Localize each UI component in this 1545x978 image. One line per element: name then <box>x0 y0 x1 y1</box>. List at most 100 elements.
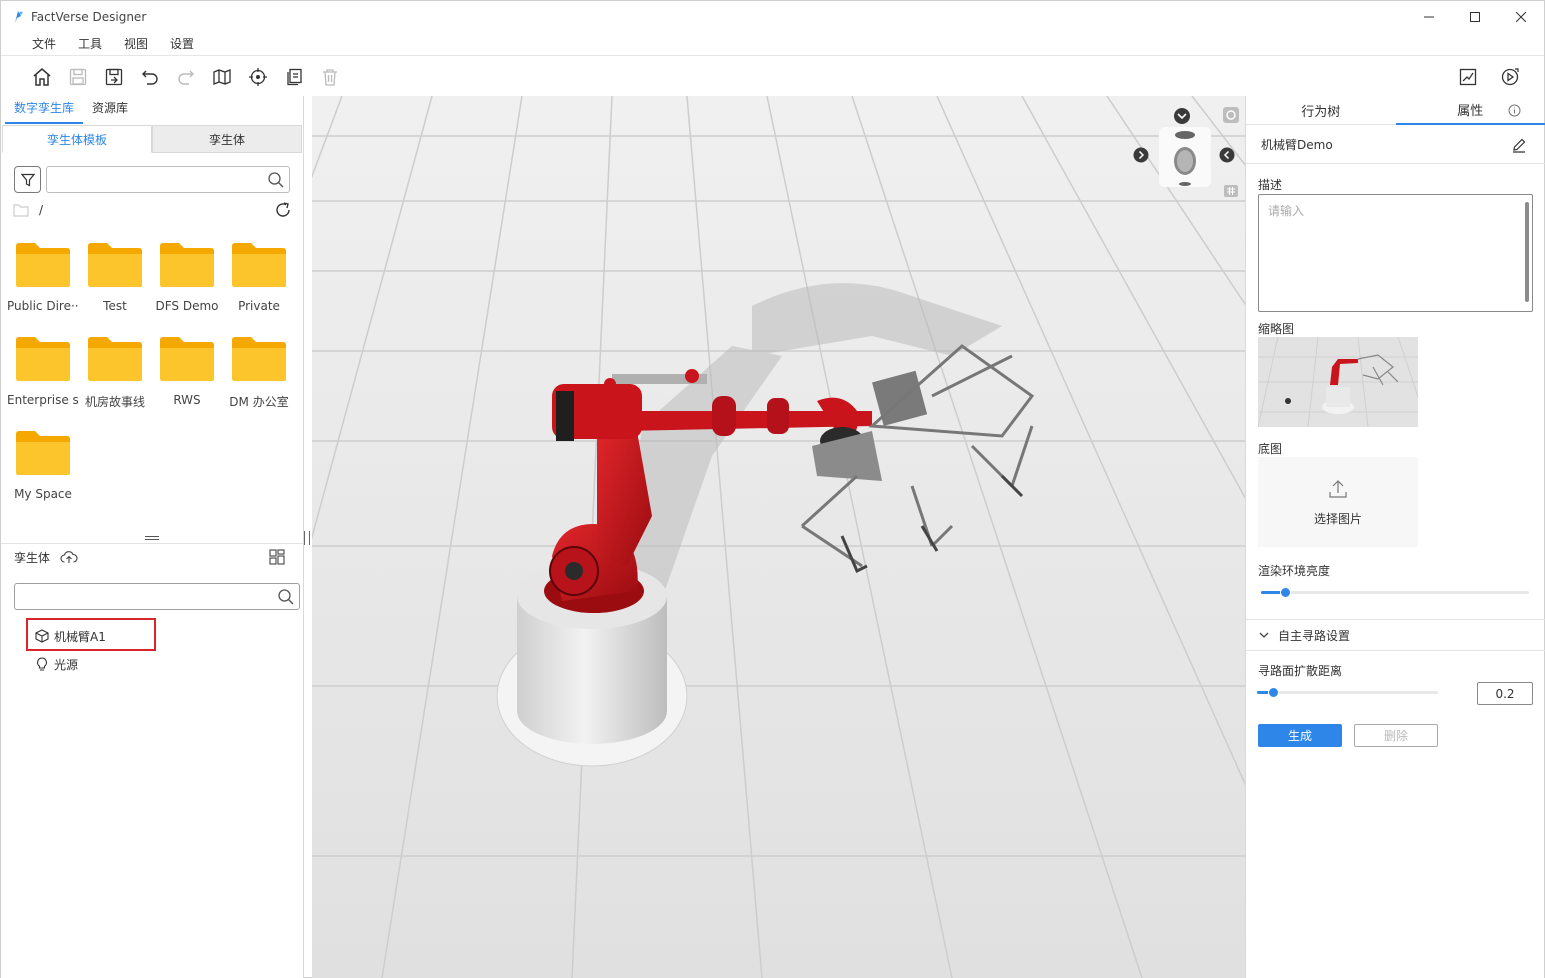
tab-resource-library[interactable]: 资源库 <box>83 99 137 124</box>
folder-label: DFS Demo <box>155 299 219 313</box>
right-panel: 行为树 属性 机械臂Demo 描述 缩略图 <box>1245 96 1545 978</box>
menu-view[interactable]: 视图 <box>113 35 159 52</box>
description-scrollbar[interactable] <box>1525 202 1529 302</box>
property-tabs: 行为树 属性 <box>1246 96 1545 125</box>
scene-canvas[interactable] <box>312 96 1245 978</box>
3d-viewport[interactable] <box>312 96 1245 978</box>
menu-tools[interactable]: 工具 <box>67 35 113 52</box>
template-search-input[interactable] <box>53 167 263 190</box>
play-button[interactable] <box>1492 61 1528 93</box>
menu-file[interactable]: 文件 <box>21 35 67 52</box>
folder-enterprise[interactable]: Enterprise s··· <box>7 328 79 418</box>
chevron-down-icon <box>1259 632 1269 638</box>
save-as-button[interactable] <box>96 61 132 93</box>
folder-dfs-demo[interactable]: DFS Demo <box>151 234 223 324</box>
pathfinding-section-header[interactable]: 自主寻路设置 <box>1246 619 1545 651</box>
folder-my-space[interactable]: My Space <box>7 422 79 512</box>
folder-icon <box>16 431 70 475</box>
folder-icon <box>232 337 286 381</box>
tab-digital-twin-library[interactable]: 数字孪生库 <box>5 99 84 124</box>
tab-properties[interactable]: 属性 <box>1395 96 1545 125</box>
focus-icon <box>1223 107 1239 123</box>
save-icon <box>69 68 87 85</box>
brightness-slider[interactable] <box>1261 586 1529 598</box>
undo-button[interactable] <box>132 61 168 93</box>
tree-item-light[interactable]: 光源 <box>35 654 78 674</box>
camera-reset-button[interactable] <box>1222 106 1240 127</box>
locate-button[interactable] <box>240 61 276 93</box>
slider-knob[interactable] <box>1268 687 1279 698</box>
folder-icon <box>160 243 214 287</box>
folder-rws[interactable]: RWS <box>151 328 223 418</box>
folder-test[interactable]: Test <box>79 234 151 324</box>
panel-splitter[interactable] <box>1 533 303 543</box>
spread-distance-slider[interactable] <box>1257 686 1438 698</box>
refresh-icon[interactable] <box>273 200 293 220</box>
pathfinding-section-title: 自主寻路设置 <box>1278 628 1351 643</box>
folder-label: Test <box>103 299 127 313</box>
home-button[interactable] <box>24 61 60 93</box>
folder-dm-office[interactable]: DM 办公室 <box>223 328 295 418</box>
analytics-button[interactable] <box>1450 61 1486 93</box>
folder-icon <box>232 243 286 287</box>
spread-distance-input[interactable]: 0.2 <box>1477 682 1533 705</box>
delete-navmesh-button[interactable]: 删除 <box>1354 724 1438 747</box>
delete-button[interactable] <box>312 61 348 93</box>
path-row: / <box>13 200 293 220</box>
chevron-down-icon <box>1174 108 1190 124</box>
map-button[interactable] <box>204 61 240 93</box>
object-name: 机械臂Demo <box>1261 138 1333 152</box>
search-icon[interactable] <box>277 588 295 606</box>
folder-private[interactable]: Private <box>223 234 295 324</box>
title-bar: FactVerse Designer <box>1 1 1544 32</box>
slider-track <box>1257 691 1438 694</box>
grid-layout-icon[interactable] <box>269 549 285 565</box>
choose-image-button[interactable]: 选择图片 <box>1258 457 1418 547</box>
tree-item-robot-arm[interactable]: 机械臂A1 <box>35 626 106 646</box>
description-input[interactable] <box>1268 202 1523 302</box>
vertical-splitter-handle[interactable] <box>304 531 310 545</box>
close-icon <box>1516 11 1526 22</box>
slider-knob[interactable] <box>1280 587 1291 598</box>
folder-icon <box>16 243 70 287</box>
minimize-button[interactable] <box>1406 1 1452 32</box>
tab-twin-templates[interactable]: 孪生体模板 <box>2 125 152 153</box>
left-panel: 数字孪生库 资源库 孪生体模板 孪生体 / Public Dire··· Tes… <box>1 96 304 978</box>
thumbnail-render <box>1258 337 1418 427</box>
filter-icon <box>20 173 35 186</box>
folder-icon <box>88 243 142 287</box>
folder-icon <box>160 337 214 381</box>
cube-icon <box>35 629 49 643</box>
search-icon[interactable] <box>267 171 285 189</box>
slider-track <box>1261 591 1529 594</box>
grid-toggle-button[interactable] <box>1223 184 1239 201</box>
menu-bar: 文件 工具 视图 设置 <box>1 32 1544 56</box>
filter-button[interactable] <box>14 166 41 193</box>
folder-label: Private <box>238 299 280 313</box>
tab-behavior-tree[interactable]: 行为树 <box>1246 96 1396 125</box>
tree-item-label: 机械臂A1 <box>54 629 106 644</box>
rotate-left-button[interactable] <box>1132 146 1150 167</box>
twin-search-input[interactable] <box>21 584 231 607</box>
current-path: / <box>39 203 44 217</box>
folder-label: 机房故事线 <box>84 395 145 409</box>
generate-button[interactable]: 生成 <box>1258 724 1342 747</box>
rotate-right-button[interactable] <box>1218 146 1236 167</box>
close-button[interactable] <box>1498 1 1544 32</box>
redo-button[interactable] <box>168 61 204 93</box>
view-orientation-cube[interactable] <box>1159 127 1211 187</box>
menu-settings[interactable]: 设置 <box>159 35 205 52</box>
info-icon[interactable] <box>1508 104 1521 117</box>
tab-twins[interactable]: 孪生体 <box>152 125 302 153</box>
tree-item-label: 光源 <box>54 657 79 672</box>
folder-server-room-story[interactable]: 机房故事线 <box>79 328 151 418</box>
cloud-upload-icon[interactable] <box>60 550 78 564</box>
save-button[interactable] <box>60 61 96 93</box>
folder-public-directory[interactable]: Public Dire··· <box>7 234 79 324</box>
folder-label: My Space <box>14 487 72 501</box>
edit-icon[interactable] <box>1511 137 1527 153</box>
maximize-button[interactable] <box>1452 1 1498 32</box>
folder-label: Enterprise s··· <box>7 393 79 407</box>
copy-button[interactable] <box>276 61 312 93</box>
nav-cube-down-arrow[interactable] <box>1172 106 1192 129</box>
